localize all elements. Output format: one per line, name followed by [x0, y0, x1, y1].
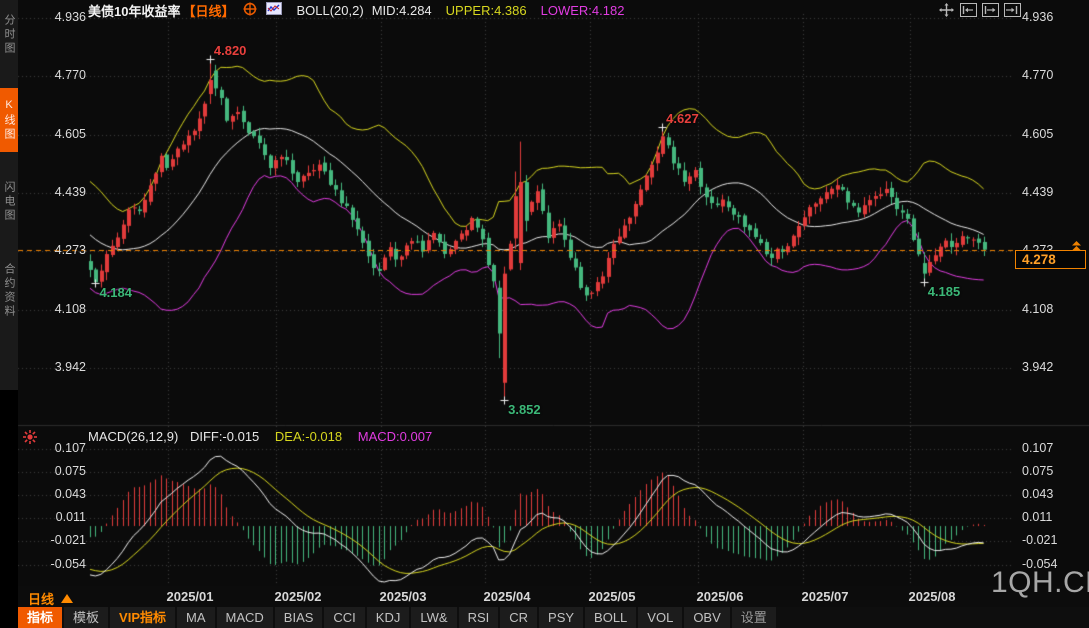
main-y-axis-label-right: 4.108	[1022, 302, 1053, 316]
toolbar-item-5[interactable]: BIAS	[275, 607, 325, 628]
x-axis-label: 2025/05	[589, 589, 636, 604]
macd-y-axis-label-left: -0.054	[26, 557, 86, 571]
pan-crosshair-icon[interactable]	[938, 3, 955, 17]
macd-diff-value: DIFF:-0.015	[190, 429, 259, 444]
macd-y-axis-label-right: 0.043	[1022, 487, 1053, 501]
macd-header: MACD(26,12,9) DIFF:-0.015 DEA:-0.018 MAC…	[88, 429, 432, 444]
macd-macd-value: MACD:0.007	[358, 429, 432, 444]
boll-upper-value: UPPER:4.386	[446, 3, 527, 18]
toolbar-item-12[interactable]: BOLL	[585, 607, 638, 628]
main-y-axis-label-right: 4.439	[1022, 185, 1053, 199]
toolbar-item-4[interactable]: MACD	[217, 607, 275, 628]
sidebar-tab-0[interactable]: 分时图	[0, 2, 18, 68]
toolbar-item-3[interactable]: MA	[177, 607, 217, 628]
toolbar-item-9[interactable]: RSI	[459, 607, 501, 628]
x-axis-label: 2025/04	[484, 589, 531, 604]
main-y-axis-label-left: 4.108	[26, 302, 86, 316]
price-annotation: 4.184	[99, 285, 132, 300]
x-axis-label: 2025/02	[275, 589, 322, 604]
macd-y-axis-label-right: -0.021	[1022, 533, 1057, 547]
triangle-up-icon	[61, 594, 73, 603]
instrument-title: 美债10年收益率	[88, 1, 180, 20]
toolbar-item-8[interactable]: LW&	[411, 607, 458, 628]
main-y-axis-label-right: 4.936	[1022, 10, 1053, 24]
toolbar-item-14[interactable]: OBV	[684, 607, 731, 628]
x-axis-label: 2025/07	[802, 589, 849, 604]
macd-y-axis-label-left: 0.075	[26, 464, 86, 478]
zoom-in-range-icon[interactable]	[960, 3, 977, 17]
period-selector-label: 日线	[28, 589, 54, 608]
toolbar-item-1[interactable]: 模板	[64, 607, 110, 628]
price-annotation: 4.627	[666, 111, 699, 126]
toolbar-item-10[interactable]: CR	[500, 607, 539, 628]
main-y-axis-label-left: 3.942	[26, 360, 86, 374]
macd-y-axis-label-left: -0.021	[26, 533, 86, 547]
x-axis-label: 2025/01	[167, 589, 214, 604]
boll-indicator-label: BOLL(20,2)	[296, 3, 363, 18]
toolbar-item-0[interactable]: 指标	[18, 607, 64, 628]
toolbar-item-7[interactable]: KDJ	[367, 607, 412, 628]
sidebar: 分时图 K线图闪电图合约资料	[0, 0, 18, 628]
target-icon[interactable]	[243, 2, 257, 19]
period-tag: 【日线】	[182, 1, 234, 20]
main-y-axis-label-right: 4.605	[1022, 127, 1053, 141]
macd-y-axis-label-right: 0.107	[1022, 441, 1053, 455]
x-axis-label: 2025/06	[697, 589, 744, 604]
macd-indicator-label: MACD(26,12,9)	[88, 429, 178, 444]
sidebar-tab-2[interactable]: 闪电图	[0, 168, 18, 236]
indicator-settings-icon[interactable]	[22, 429, 38, 445]
sidebar-tab-1[interactable]: K线图	[0, 88, 18, 152]
main-y-axis-label-left: 4.936	[26, 10, 86, 24]
main-y-axis-label-right: 4.770	[1022, 68, 1053, 82]
price-annotation: 4.185	[928, 284, 961, 299]
zoom-out-range-icon[interactable]	[982, 3, 999, 17]
boll-lower-value: LOWER:4.182	[541, 3, 625, 18]
toolbar-item-13[interactable]: VOL	[638, 607, 684, 628]
main-y-axis-label-left: 4.770	[26, 68, 86, 82]
price-up-arrows-icon	[1070, 239, 1083, 257]
macd-y-axis-label-right: 0.011	[1022, 510, 1052, 524]
chart-canvas[interactable]	[0, 0, 1089, 628]
main-y-axis-label-left: 4.605	[26, 127, 86, 141]
boll-mid-value: MID:4.284	[372, 3, 432, 18]
main-y-axis-label-left: 4.439	[26, 185, 86, 199]
price-annotation: 3.852	[508, 402, 541, 417]
x-axis-label: 2025/03	[380, 589, 427, 604]
toolbar-item-2[interactable]: VIP指标	[110, 607, 177, 628]
macd-y-axis-label-left: 0.011	[26, 510, 86, 524]
toolbar-item-6[interactable]: CCI	[324, 607, 366, 628]
window-controls	[938, 3, 1021, 17]
mini-chart-icon[interactable]	[266, 2, 282, 18]
main-y-axis-label-left: 4.273	[26, 243, 86, 257]
pan-right-icon[interactable]	[1004, 3, 1021, 17]
main-y-axis-label-right: 3.942	[1022, 360, 1053, 374]
indicator-toolbar: 指标模板VIP指标MAMACDBIASCCIKDJLW&RSICRPSYBOLL…	[18, 607, 1089, 628]
price-annotation: 4.820	[214, 43, 247, 58]
period-selector[interactable]: 日线	[28, 589, 73, 608]
sidebar-tab-3[interactable]: 合约资料	[0, 246, 18, 336]
main-chart-header: 美债10年收益率【日线】 BOLL(20,2) MID:4.284 UPPER:…	[88, 2, 624, 18]
macd-y-axis-label-left: 0.043	[26, 487, 86, 501]
app-window: 分时图 K线图闪电图合约资料 美债10年收益率【日线】 BOLL(20,2) MI…	[0, 0, 1089, 628]
toolbar-item-11[interactable]: PSY	[539, 607, 585, 628]
macd-dea-value: DEA:-0.018	[275, 429, 342, 444]
toolbar-item-15[interactable]: 设置	[732, 607, 778, 628]
watermark: 1QH.CN	[991, 566, 1089, 600]
macd-y-axis-label-right: 0.075	[1022, 464, 1053, 478]
x-axis-label: 2025/08	[909, 589, 956, 604]
